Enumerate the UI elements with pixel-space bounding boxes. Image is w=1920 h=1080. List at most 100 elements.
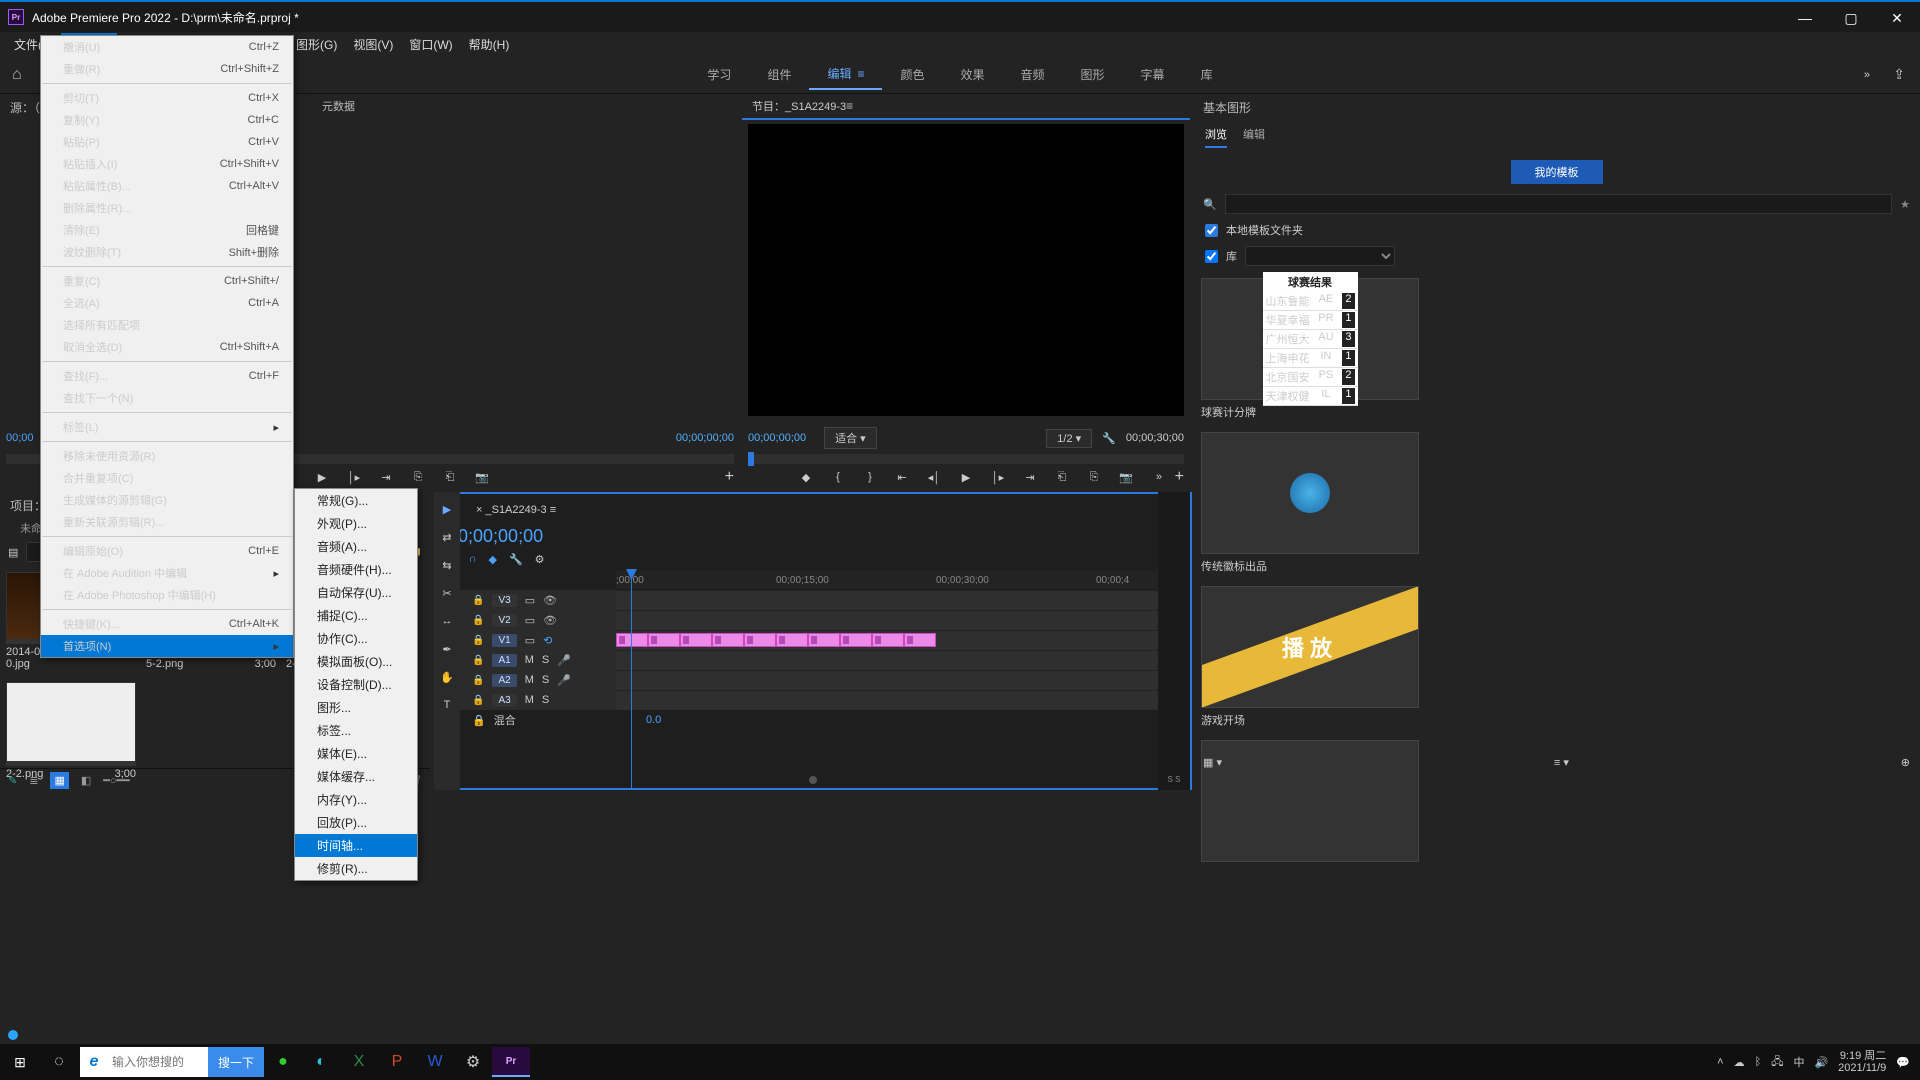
overwrite-icon[interactable]: ⎗: [441, 471, 459, 484]
wrench-icon[interactable]: ⚙: [535, 553, 545, 566]
ripple-tool-icon[interactable]: ⇆: [438, 556, 456, 574]
pref-item[interactable]: 自动保存(U)...: [295, 581, 417, 604]
step-fwd-icon[interactable]: │▸: [345, 471, 363, 484]
track-label[interactable]: V3: [492, 594, 516, 607]
pref-item[interactable]: 时间轴...: [295, 834, 417, 857]
bluetooth-icon[interactable]: ᛒ: [1755, 1056, 1762, 1068]
menu-item[interactable]: 首选项(N)▸: [41, 635, 293, 657]
mark-out-icon[interactable]: ⇥: [377, 471, 395, 484]
linked-sel-icon[interactable]: ∩: [469, 553, 477, 565]
track-label[interactable]: A2: [492, 674, 516, 687]
track-label[interactable]: V1: [492, 634, 516, 647]
local-checkbox[interactable]: [1205, 224, 1218, 237]
favorite-icon[interactable]: ★: [1900, 198, 1910, 211]
program-ruler[interactable]: [748, 454, 1184, 464]
search-box[interactable]: e 搜一下: [80, 1047, 264, 1077]
razor-tool-icon[interactable]: ✂: [438, 584, 456, 602]
insert-icon[interactable]: ⎘: [409, 471, 427, 484]
step-back-icon[interactable]: ◂│: [925, 471, 943, 484]
mix-value[interactable]: 0.0: [646, 714, 661, 726]
clip[interactable]: [680, 633, 712, 647]
pref-item[interactable]: 模拟面板(O)...: [295, 650, 417, 673]
clips[interactable]: [616, 633, 936, 647]
solo-icon[interactable]: S: [542, 694, 549, 706]
timeline-tc[interactable]: 00;00;00;00: [436, 526, 1190, 547]
new-icon[interactable]: ⊕: [1901, 756, 1910, 769]
cortana-icon[interactable]: ◌: [40, 1047, 78, 1077]
word-icon[interactable]: W: [416, 1047, 454, 1077]
lib-checkbox[interactable]: [1205, 250, 1218, 263]
lift-icon[interactable]: ⎗: [1053, 471, 1071, 484]
taskbar-search-input[interactable]: [108, 1048, 208, 1076]
menu-help[interactable]: 帮助(H): [461, 33, 518, 56]
add-btn-icon[interactable]: +: [1175, 468, 1184, 486]
pen-tool-icon[interactable]: ✒: [438, 640, 456, 658]
step-fwd-icon[interactable]: │▸: [989, 471, 1007, 484]
volume-icon[interactable]: 🔊: [1814, 1056, 1828, 1069]
clip[interactable]: [808, 633, 840, 647]
track-v3[interactable]: 🔒V3▭👁: [446, 590, 1180, 610]
selection-tool-icon[interactable]: ▶: [438, 500, 456, 518]
menu-item[interactable]: 撤消(U)Ctrl+Z: [41, 36, 293, 58]
toggle-output-icon[interactable]: ▭: [525, 594, 535, 607]
eg-tab[interactable]: 基本图形: [1193, 94, 1920, 120]
premiere-icon[interactable]: Pr: [492, 1047, 530, 1077]
track-label[interactable]: A1: [492, 654, 516, 667]
clock[interactable]: 9:19 周二 2021/11/9: [1838, 1050, 1886, 1074]
clip[interactable]: [904, 633, 936, 647]
lock-icon[interactable]: 🔒: [472, 714, 486, 727]
mute-icon[interactable]: M: [525, 654, 534, 666]
powerpoint-icon[interactable]: P: [378, 1047, 416, 1077]
ws-color[interactable]: 颜色: [882, 60, 942, 89]
template-item[interactable]: 传统徽标出品: [1201, 432, 1912, 574]
clip[interactable]: [872, 633, 904, 647]
clip[interactable]: [616, 633, 648, 647]
extract-icon[interactable]: ⎘: [1085, 471, 1103, 484]
ws-graphics[interactable]: 图形: [1063, 60, 1123, 89]
ws-learn[interactable]: 学习: [689, 60, 749, 89]
menu-item[interactable]: 查找(F)...Ctrl+F: [41, 365, 293, 387]
template-item[interactable]: 播放 游戏开场: [1201, 586, 1912, 728]
eg-edit-tab[interactable]: 编辑: [1243, 126, 1265, 148]
template-item[interactable]: 球赛结果 山东鲁能AE2 华夏幸福PR1 广州恒大AU3 上海申花IN1 北京国…: [1201, 278, 1912, 420]
pref-item[interactable]: 媒体缓存...: [295, 765, 417, 788]
track-label[interactable]: A3: [492, 694, 516, 707]
toggle-output-icon[interactable]: ▭: [525, 634, 535, 647]
menu-view[interactable]: 视图(V): [345, 33, 401, 56]
lib-select[interactable]: [1245, 246, 1395, 266]
settings-icon[interactable]: 🔧: [509, 553, 523, 566]
play-icon[interactable]: ▶: [957, 471, 975, 484]
clip[interactable]: [712, 633, 744, 647]
metadata-tab[interactable]: 元数据: [322, 98, 355, 114]
zoom-slider[interactable]: ━○━━: [103, 774, 130, 787]
list-view-icon[interactable]: ≣: [29, 774, 38, 787]
grid-view-icon[interactable]: ▦ ▾: [1203, 756, 1222, 769]
pref-item[interactable]: 音频(A)...: [295, 535, 417, 558]
pencil-icon[interactable]: ✎: [8, 774, 17, 787]
mute-icon[interactable]: M: [525, 674, 534, 686]
sort-icon[interactable]: ≡ ▾: [1554, 756, 1569, 769]
pref-item[interactable]: 标签...: [295, 719, 417, 742]
pref-item[interactable]: 修剪(R)...: [295, 857, 417, 880]
filter-icon[interactable]: ▤: [8, 546, 18, 559]
toggle-output-icon[interactable]: ▭: [525, 614, 535, 627]
mute-icon[interactable]: M: [525, 694, 534, 706]
clip[interactable]: [744, 633, 776, 647]
network-icon[interactable]: 🖧: [1771, 1053, 1783, 1072]
onedrive-icon[interactable]: ☁: [1734, 1056, 1745, 1069]
program-tc[interactable]: 00;00;00;00: [748, 432, 806, 444]
pref-item[interactable]: 图形...: [295, 696, 417, 719]
track-select-tool-icon[interactable]: ⇄: [438, 528, 456, 546]
goto-out-icon[interactable]: ⇥: [1021, 471, 1039, 484]
solo-icon[interactable]: S: [542, 674, 549, 686]
my-templates-button[interactable]: 我的模板: [1511, 160, 1603, 184]
menu-item[interactable]: 移除未使用资源(R): [41, 445, 293, 467]
ws-effects[interactable]: 效果: [943, 60, 1003, 89]
pref-item[interactable]: 音频硬件(H)...: [295, 558, 417, 581]
hand-tool-icon[interactable]: ✋: [438, 668, 456, 686]
settings-icon[interactable]: ⚙: [454, 1047, 492, 1077]
search-go-button[interactable]: 搜一下: [208, 1047, 264, 1077]
settings-icon[interactable]: 🔧: [1102, 432, 1116, 445]
eg-browse-tab[interactable]: 浏览: [1205, 126, 1227, 148]
res-select[interactable]: 1/2 ▾: [1046, 429, 1092, 448]
